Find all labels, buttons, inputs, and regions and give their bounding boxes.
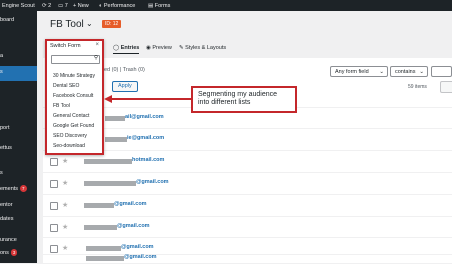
annotation-callout: Segmenting my audience into different li… xyxy=(191,86,297,113)
callout-arrow xyxy=(104,95,191,103)
